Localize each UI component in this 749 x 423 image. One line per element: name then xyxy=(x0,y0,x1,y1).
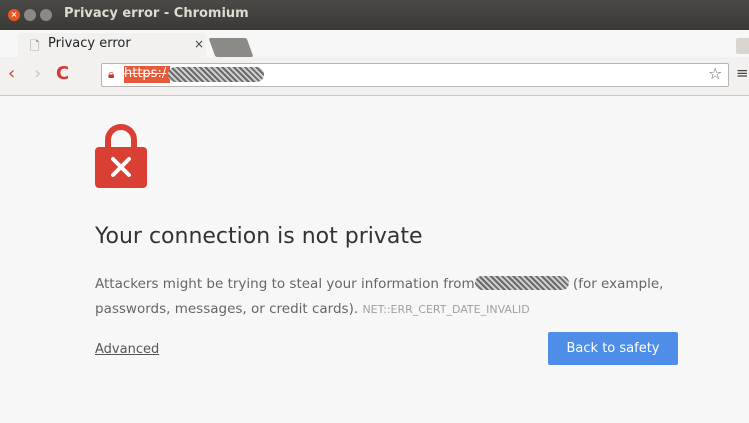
reload-button[interactable]: C xyxy=(56,63,69,84)
page-heading: Your connection is not private xyxy=(95,224,423,249)
toolbar: ‹ › C 🔒︎ https:/ xyxy=(0,57,749,96)
menu-icon[interactable]: ≡ xyxy=(736,64,749,82)
broken-lock-icon[interactable]: 🔒︎ xyxy=(108,67,114,82)
back-to-safety-button[interactable]: Back to safety xyxy=(548,332,678,365)
bookmark-star-icon[interactable]: ☆ xyxy=(708,64,722,83)
tab-title: Privacy error xyxy=(48,36,131,51)
back-button[interactable]: ‹ xyxy=(8,63,15,84)
tab-privacy-error[interactable]: 🗋 Privacy error × xyxy=(18,33,206,57)
explanation-text: Attackers might be trying to steal your … xyxy=(95,272,705,322)
window-minimize-button[interactable] xyxy=(24,9,36,21)
url-scheme: https:/ xyxy=(124,66,171,83)
window-close-button[interactable]: × xyxy=(8,9,20,21)
new-tab-button[interactable] xyxy=(208,38,254,57)
redacted-site-name xyxy=(474,276,569,290)
page-icon: 🗋 xyxy=(30,39,40,53)
forward-button[interactable]: › xyxy=(34,63,41,84)
tab-close-icon[interactable]: × xyxy=(194,37,204,51)
error-lock-icon xyxy=(95,124,147,188)
explanation-start: Attackers might be trying to steal your … xyxy=(95,276,475,292)
interstitial-content: Your connection is not private Attackers… xyxy=(0,96,749,423)
address-bar[interactable]: 🔒︎ https:/ xyxy=(101,63,729,87)
advanced-link[interactable]: Advanced xyxy=(95,342,159,357)
error-code: NET::ERR_CERT_DATE_INVALID xyxy=(362,303,530,316)
redacted-host xyxy=(168,67,264,82)
window-title: Privacy error - Chromium xyxy=(64,6,249,21)
profile-button[interactable] xyxy=(736,38,749,54)
window-maximize-button[interactable] xyxy=(40,9,52,21)
window-titlebar: × Privacy error - Chromium xyxy=(0,0,749,30)
